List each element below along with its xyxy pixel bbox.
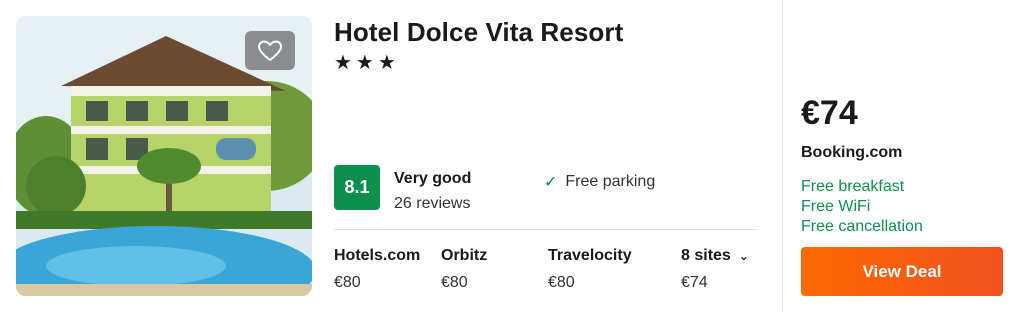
site-price-orbitz[interactable]: Orbitz €80 [441,247,487,292]
amenity-free-parking: ✓ Free parking [544,172,655,192]
deal-price: €74 [801,94,858,132]
rating-score-badge: 8.1 [334,165,380,210]
column-divider [782,0,783,312]
perk-free-wifi: Free WiFi [801,198,871,215]
star-rating: ★★★ [334,52,400,74]
view-deal-button[interactable]: View Deal [801,247,1003,296]
more-sites-price: €74 [681,274,708,291]
chevron-down-icon: ⌄ [738,249,749,263]
deal-provider: Booking.com [801,144,903,161]
site-price: €80 [441,274,468,291]
site-name: Orbitz [441,247,488,264]
perk-free-cancellation: Free cancellation [801,218,923,235]
hotel-result-card: Hotel Dolce Vita Resort ★★★ 8.1 Very goo… [0,0,1024,312]
more-sites-toggle[interactable]: 8 sites ⌄ [681,247,749,265]
site-price: €80 [334,274,361,291]
more-sites-dropdown[interactable]: 8 sites ⌄ €74 [681,247,749,292]
rating-label: Very good [394,170,472,187]
check-icon: ✓ [544,174,558,191]
favorite-button[interactable] [245,31,295,70]
review-count[interactable]: 26 reviews [394,195,470,213]
site-price-hotels-com[interactable]: Hotels.com €80 [334,247,420,292]
amenity-label: Free parking [565,173,656,190]
more-sites-label: 8 sites [681,247,731,264]
site-price-travelocity[interactable]: Travelocity €80 [548,247,632,292]
deal-perks: Free breakfast Free WiFi Free cancellati… [801,177,923,237]
divider [334,229,758,230]
heart-icon [258,40,282,61]
hotel-name[interactable]: Hotel Dolce Vita Resort [334,17,623,48]
site-name: Hotels.com [334,247,421,264]
site-name: Travelocity [548,247,632,264]
perk-free-breakfast: Free breakfast [801,178,905,195]
site-price: €80 [548,274,575,291]
